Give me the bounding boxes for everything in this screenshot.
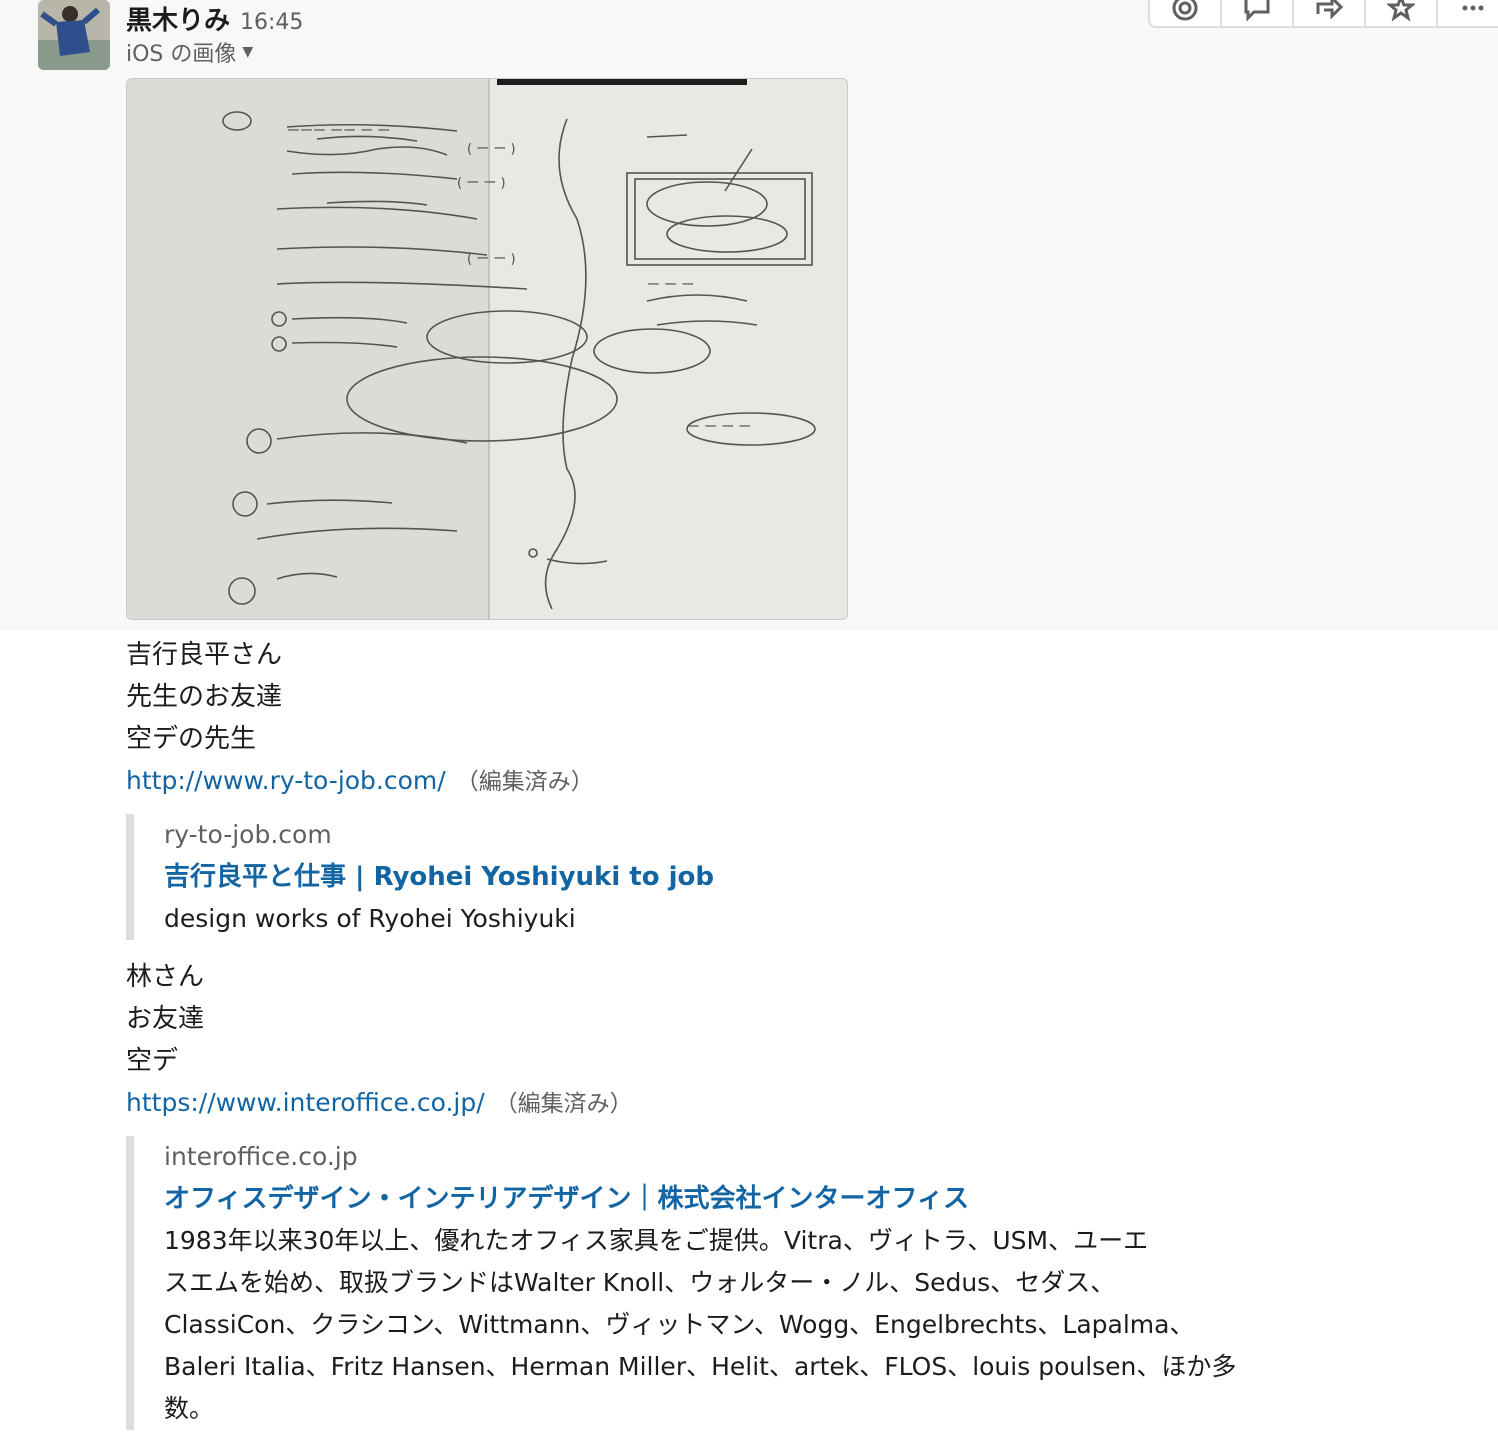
share-icon [1316,0,1344,20]
link-preview-2: interoffice.co.jp オフィスデザイン・インテリアデザイン｜株式会… [126,1136,1236,1430]
svg-text:ーーー ーー ー ー: ーーー ーー ー ー [287,124,390,139]
website-link[interactable]: http://www.ry-to-job.com/ [126,766,446,795]
svg-text:( ー ー ): ( ー ー ) [467,142,516,157]
edited-label: （編集済み） [455,769,594,795]
svg-text:ー ー ー ー: ー ー ー ー [687,420,751,435]
file-title-toggle[interactable]: iOS の画像 ▼ [126,36,253,68]
preview-description-line: Baleri Italia、Fritz Hansen、Herman Miller… [164,1352,1237,1381]
preview-description-line: ClassiCon、クラシコン、Wittmann、ヴィットマン、Wogg、Eng… [164,1310,1195,1339]
message-text-block-2: 林さん お友達 空デ [126,956,204,1082]
link-line-2: https://www.interoffice.co.jp/ （編集済み） [126,1082,633,1125]
star-icon [1387,0,1415,22]
sender-name[interactable]: 黒木りみ [126,0,230,37]
avatar[interactable] [38,0,110,70]
preview-description-line: 1983年以来30年以上、優れたオフィス家具をご提供。Vitra、ヴィトラ、US… [164,1226,1149,1255]
svg-text:ー ー ー: ー ー ー [647,278,694,293]
reply-thread-button[interactable] [1222,0,1294,26]
preview-description-line: スエムを始め、取扱ブランドはWalter Knoll、ウォルター・ノル、Sedu… [164,1268,1116,1297]
thread-icon [1244,0,1270,22]
add-reaction-button[interactable] [1150,0,1222,26]
preview-title-link[interactable]: オフィスデザイン・インテリアデザイン｜株式会社インターオフィス [164,1178,1236,1220]
preview-site-name: ry-to-job.com [164,820,332,849]
more-icon [1462,5,1484,11]
link-line-1: http://www.ry-to-job.com/ （編集済み） [126,760,594,803]
attached-image-handwritten-notes[interactable]: ーーー ーー ー ー ( ー ー ) ( ー ー ) ( ー ー ) ー ー ー… [126,78,848,620]
message-line: 空デ [126,1046,179,1076]
link-preview-1: ry-to-job.com 吉行良平と仕事 | Ryohei Yoshiyuki… [126,814,714,940]
edited-label: （編集済み） [494,1091,633,1117]
message-actions-toolbar [1148,0,1498,28]
website-link[interactable]: https://www.interoffice.co.jp/ [126,1088,485,1117]
message-line: お友達 [126,1004,205,1034]
preview-description: design works of Ryohei Yoshiyuki [164,904,576,933]
preview-title-link[interactable]: 吉行良平と仕事 | Ryohei Yoshiyuki to job [164,856,714,898]
message-header: 黒木りみ 16:45 [126,0,303,37]
message-line: 林さん [126,962,205,992]
share-message-button[interactable] [1294,0,1366,26]
message-line: 空デの先生 [126,724,257,754]
timestamp[interactable]: 16:45 [240,10,303,35]
preview-description-line: 数。 [164,1394,215,1423]
svg-text:( ー ー ): ( ー ー ) [467,252,516,267]
message-line: 吉行良平さん [126,640,283,670]
message-line: 先生のお友達 [126,682,283,712]
preview-site-name: interoffice.co.jp [164,1142,358,1171]
svg-text:( ー ー ): ( ー ー ) [457,176,506,191]
save-message-button[interactable] [1366,0,1438,26]
file-title: iOS の画像 [126,42,237,67]
more-actions-button[interactable] [1438,0,1498,26]
emoji-icon [1172,0,1198,21]
message-text-block-1: 吉行良平さん 先生のお友達 空デの先生 [126,634,282,760]
caret-down-icon: ▼ [242,44,254,60]
